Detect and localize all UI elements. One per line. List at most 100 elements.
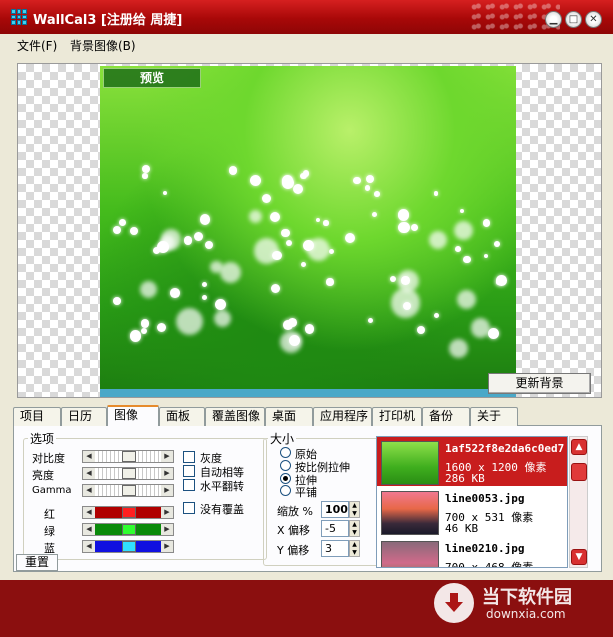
menu-background-image[interactable]: 背景图像(B) xyxy=(70,37,136,54)
right-arrow-icon[interactable]: ▶ xyxy=(161,468,173,479)
preview-label: 预览 xyxy=(103,68,201,88)
file-size: 286 KB xyxy=(445,472,485,485)
green-label: 绿 xyxy=(44,525,55,538)
reset-button[interactable]: 重置 xyxy=(16,554,58,571)
maximize-button[interactable]: □ xyxy=(565,11,582,28)
dandelion-puff xyxy=(300,172,308,180)
blurred-puff xyxy=(140,281,158,299)
flip-horizontal-checkbox[interactable] xyxy=(183,479,195,491)
auto-tone-checkbox[interactable] xyxy=(183,465,195,477)
left-arrow-icon[interactable]: ◀ xyxy=(83,485,95,496)
update-background-button[interactable]: 更新背景 xyxy=(488,373,591,394)
tab-about[interactable]: 关于 xyxy=(470,407,518,426)
tab-calendar[interactable]: 日历 xyxy=(61,407,107,426)
blurred-puff xyxy=(220,262,242,284)
brightness-label: 亮度 xyxy=(32,469,54,482)
thumbnail-city xyxy=(381,491,439,535)
gamma-slider[interactable]: ◀ ▶ xyxy=(82,484,174,497)
scroll-thumb[interactable] xyxy=(571,463,587,481)
left-arrow-icon[interactable]: ◀ xyxy=(83,507,95,518)
list-item[interactable]: 1af522f8e2da6c0ed7 1600 x 1200 像素 286 KB xyxy=(377,437,567,486)
dandelion-puff xyxy=(326,278,334,286)
right-arrow-icon[interactable]: ▶ xyxy=(161,485,173,496)
image-file-list[interactable]: 1af522f8e2da6c0ed7 1600 x 1200 像素 286 KB… xyxy=(376,436,568,568)
no-overlay-label: 没有覆盖 xyxy=(200,503,244,516)
dandelion-puff xyxy=(281,228,290,238)
blurred-puff xyxy=(449,338,469,358)
blurred-puff xyxy=(254,238,280,264)
x-offset-input[interactable]: -5 xyxy=(321,520,349,537)
left-arrow-icon[interactable]: ◀ xyxy=(83,541,95,552)
site-watermark: 当下软件园 downxia.com xyxy=(430,581,610,629)
y-offset-spinner[interactable]: ▲ ▼ xyxy=(349,540,360,557)
dandelion-puff xyxy=(205,240,214,249)
left-arrow-icon[interactable]: ◀ xyxy=(83,524,95,535)
blue-slider[interactable]: ◀ ▶ xyxy=(82,540,174,553)
y-offset-input[interactable]: 3 xyxy=(321,540,349,557)
red-slider[interactable]: ◀ ▶ xyxy=(82,506,174,519)
original-radio[interactable] xyxy=(280,447,291,458)
right-arrow-icon[interactable]: ▶ xyxy=(161,507,173,518)
right-arrow-icon[interactable]: ▶ xyxy=(161,541,173,552)
left-arrow-icon[interactable]: ◀ xyxy=(83,468,95,479)
slider-thumb[interactable] xyxy=(122,468,136,479)
list-item[interactable]: line0053.jpg 700 x 531 像素 46 KB xyxy=(377,487,567,536)
slider-thumb[interactable] xyxy=(122,485,136,496)
x-offset-spinner[interactable]: ▲ ▼ xyxy=(349,520,360,537)
minimize-button[interactable]: ▁ xyxy=(545,11,562,28)
zoom-spinner[interactable]: ▲ ▼ xyxy=(349,501,360,518)
grayscale-checkbox[interactable] xyxy=(183,451,195,463)
dandelion-puff xyxy=(129,330,142,342)
dandelion-puff xyxy=(130,227,138,236)
tab-printer[interactable]: 打印机 xyxy=(372,407,422,426)
blurred-puff xyxy=(210,260,223,274)
tab-items[interactable]: 项目 xyxy=(13,407,61,426)
no-overlay-checkbox[interactable] xyxy=(183,502,195,514)
right-arrow-icon[interactable]: ▶ xyxy=(161,451,173,462)
left-arrow-icon[interactable]: ◀ xyxy=(83,451,95,462)
slider-thumb[interactable] xyxy=(122,541,136,552)
brightness-slider[interactable]: ◀ ▶ xyxy=(82,467,174,480)
tab-image[interactable]: 图像 xyxy=(107,405,159,427)
blurred-puff xyxy=(470,318,490,338)
tile-label: 平铺 xyxy=(295,486,317,499)
zoom-input[interactable]: 100 xyxy=(321,501,349,518)
blurred-puff xyxy=(249,209,263,223)
dandelion-puff xyxy=(398,221,410,234)
list-item[interactable]: line0210.jpg 700 x 468 像素 xyxy=(377,537,567,568)
dandelion-puff xyxy=(364,185,371,192)
chevron-down-icon: ▼ xyxy=(575,552,583,562)
dandelion-puff xyxy=(463,256,471,264)
file-dimensions: 700 x 468 像素 xyxy=(445,561,534,568)
dandelion-puff xyxy=(142,173,148,179)
slider-thumb[interactable] xyxy=(122,451,136,462)
dandelion-puff xyxy=(152,247,160,255)
contrast-slider[interactable]: ◀ ▶ xyxy=(82,450,174,463)
zoom-label: 缩放 % xyxy=(277,505,313,518)
dandelion-puff xyxy=(163,190,168,195)
file-size: 46 KB xyxy=(445,522,479,535)
dandelion-puff xyxy=(183,236,193,245)
scroll-down-button[interactable]: ▼ xyxy=(571,549,587,565)
tab-overlay-image[interactable]: 覆盖图像 xyxy=(205,407,265,426)
tile-radio[interactable] xyxy=(280,485,291,496)
dandelion-puff xyxy=(304,324,314,334)
green-slider[interactable]: ◀ ▶ xyxy=(82,523,174,536)
stretch-radio[interactable] xyxy=(280,473,291,484)
dandelion-puff xyxy=(411,224,419,232)
slider-thumb[interactable] xyxy=(122,507,136,518)
slider-thumb[interactable] xyxy=(122,524,136,535)
proportional-radio[interactable] xyxy=(280,460,291,471)
tab-panel[interactable]: 面板 xyxy=(159,407,205,426)
right-arrow-icon[interactable]: ▶ xyxy=(161,524,173,535)
scroll-up-button[interactable]: ▲ xyxy=(571,439,587,455)
file-list-scrollbar[interactable]: ▲ ▼ xyxy=(569,436,588,568)
taskbar-preview-strip xyxy=(100,389,516,397)
tab-backup[interactable]: 备份 xyxy=(422,407,470,426)
menu-file[interactable]: 文件(F) xyxy=(17,37,57,54)
tab-desktop[interactable]: 桌面 xyxy=(265,407,313,426)
title-bar[interactable]: WallCal3 [注册给 周捷] ▁ □ ✕ xyxy=(0,0,613,34)
tab-applications[interactable]: 应用程序 xyxy=(313,407,372,426)
chevron-up-icon: ▲ xyxy=(575,442,583,452)
close-button[interactable]: ✕ xyxy=(585,11,602,28)
